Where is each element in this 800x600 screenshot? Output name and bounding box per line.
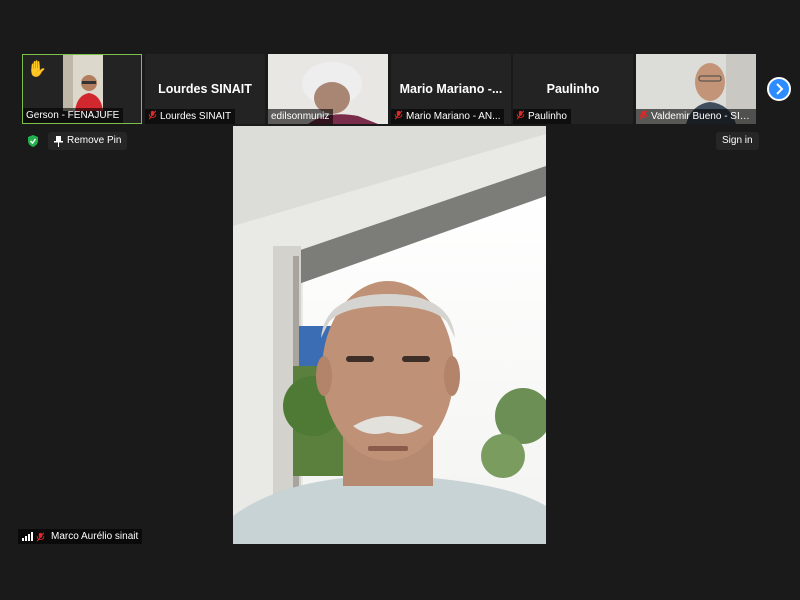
participant-label: Mario Mariano - AN... xyxy=(391,109,505,124)
participant-label: Paulinho xyxy=(513,109,571,124)
participant-tile[interactable]: Mario Mariano -... Mario Mariano - AN... xyxy=(391,54,511,124)
participant-tile[interactable]: Paulinho Paulinho xyxy=(513,54,633,124)
main-speaker-name: Marco Aurélio sinait xyxy=(51,531,139,542)
participant-name: Mario Mariano - AN... xyxy=(406,111,501,122)
signal-strength-icon xyxy=(22,532,33,541)
mic-off-icon xyxy=(36,531,45,542)
shield-check-icon[interactable] xyxy=(26,134,40,148)
raised-hand-icon: ✋ xyxy=(27,61,47,78)
participant-tile[interactable]: Valdemir Bueno - SIN... xyxy=(636,54,756,124)
participant-label: Lourdes SINAIT xyxy=(145,109,236,124)
participant-tile[interactable]: ✋ Gerson - FENAJUFE xyxy=(22,54,142,124)
next-page-button[interactable] xyxy=(767,77,791,101)
participant-name: Paulinho xyxy=(528,111,567,122)
participant-name: Valdemir Bueno - SIN... xyxy=(651,111,756,122)
main-speaker-label: Marco Aurélio sinait xyxy=(18,529,143,544)
sign-in-button[interactable]: Sign in xyxy=(716,132,759,150)
participant-name: Lourdes SINAIT xyxy=(160,111,232,122)
mic-off-icon xyxy=(148,110,157,120)
pin-icon xyxy=(54,135,63,147)
mic-off-icon xyxy=(394,110,403,120)
mic-off-icon xyxy=(516,110,525,120)
remove-pin-button[interactable]: Remove Pin xyxy=(48,132,128,150)
participant-display-name: Paulinho xyxy=(546,82,600,96)
participant-video xyxy=(63,55,103,111)
mic-off-icon xyxy=(639,110,648,120)
remove-pin-label: Remove Pin xyxy=(67,135,122,146)
main-video xyxy=(233,126,546,544)
participant-name: Gerson - FENAJUFE xyxy=(23,108,124,123)
participant-display-name: Mario Mariano -... xyxy=(399,82,503,96)
participant-strip: ✋ Gerson - FENAJUFE Lourdes SINAIT Lourd… xyxy=(0,54,800,124)
participant-tile[interactable]: edilsonmuniz xyxy=(268,54,388,124)
participant-tile[interactable]: Lourdes SINAIT Lourdes SINAIT xyxy=(145,54,265,124)
chevron-right-icon xyxy=(776,83,784,95)
participant-display-name: Lourdes SINAIT xyxy=(158,82,252,96)
participant-label: Valdemir Bueno - SIN... xyxy=(636,109,756,124)
participant-name: edilsonmuniz xyxy=(268,109,334,124)
